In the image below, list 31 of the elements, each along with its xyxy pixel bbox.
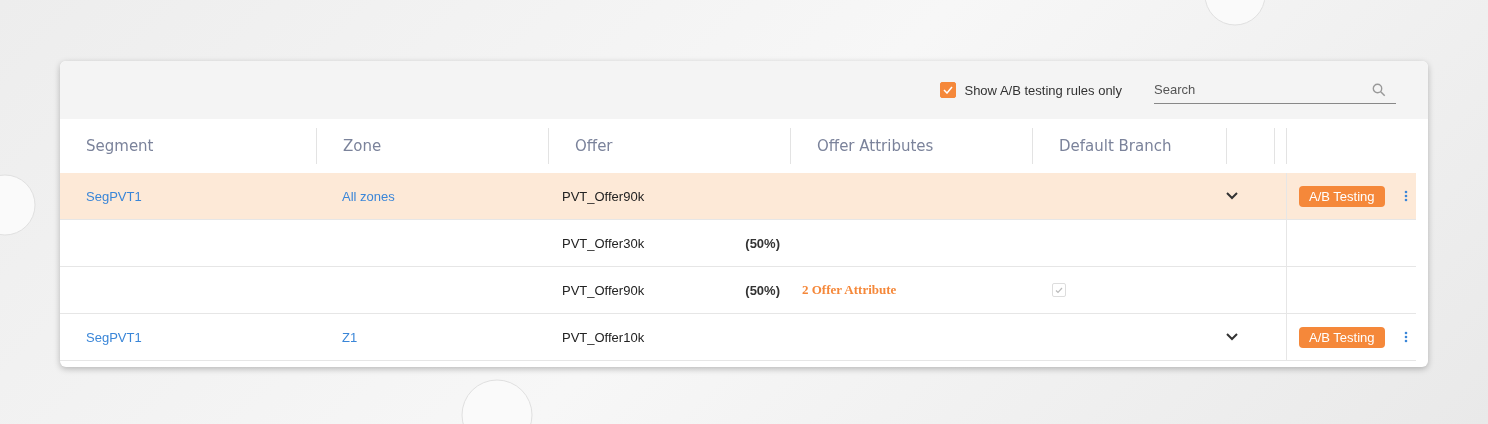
default-branch-checkbox[interactable]: [1052, 283, 1066, 297]
rule-row[interactable]: SegPVT1 Z1 PVT_Offer10k A/B Testing: [60, 314, 1416, 361]
rule-row[interactable]: SegPVT1 All zones PVT_Offer90k A/B Testing: [60, 173, 1416, 220]
segment-link[interactable]: SegPVT1: [60, 329, 142, 345]
ab-testing-badge: A/B Testing: [1299, 326, 1385, 348]
offer-text: PVT_Offer10k: [561, 329, 645, 345]
check-icon: [943, 86, 954, 94]
offer-attribute-text: 2 Offer Attribute: [801, 282, 897, 298]
chevron-down-icon[interactable]: [1226, 192, 1238, 200]
filter-label: Show A/B testing rules only: [964, 82, 1122, 98]
column-header: Segment: [85, 137, 154, 155]
column-header: Default Branch: [1058, 137, 1172, 155]
zone-link[interactable]: All zones: [316, 188, 395, 204]
chevron-down-icon[interactable]: [1226, 333, 1238, 341]
segment-link[interactable]: SegPVT1: [60, 188, 142, 204]
zone-link[interactable]: Z1: [316, 329, 358, 345]
column-header: Offer Attributes: [816, 137, 934, 155]
column-header: Zone: [342, 137, 382, 155]
search-icon: [1372, 83, 1386, 97]
share-text: (50%): [745, 282, 780, 298]
checkbox[interactable]: [940, 82, 957, 98]
check-icon: [1055, 286, 1063, 294]
offer-text: PVT_Offer90k: [561, 188, 645, 204]
more-vertical-icon[interactable]: [1404, 331, 1408, 343]
offer-text: PVT_Offer30k: [561, 235, 645, 251]
column-header: Offer: [574, 137, 613, 155]
share-text: (50%): [745, 235, 780, 251]
offer-text: PVT_Offer90k: [561, 282, 645, 298]
more-vertical-icon[interactable]: [1404, 190, 1408, 202]
search-field[interactable]: Search: [1154, 76, 1396, 104]
ab-testing-badge: A/B Testing: [1299, 185, 1385, 207]
